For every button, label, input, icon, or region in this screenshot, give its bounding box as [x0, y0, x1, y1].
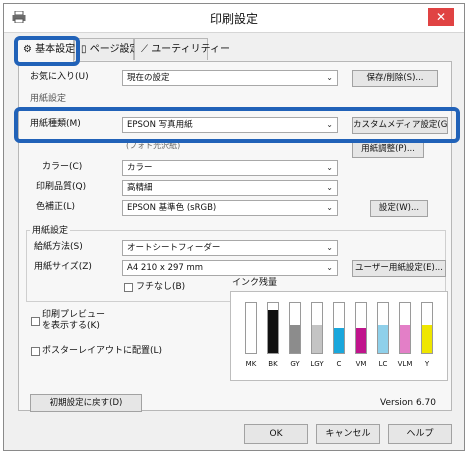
ink-tank-lc	[377, 302, 389, 354]
ink-level-fill	[422, 325, 432, 353]
chevron-down-icon: ⌄	[326, 183, 333, 192]
borderless-label: フチなし(B)	[136, 282, 186, 292]
media-type-highlight-frame	[14, 107, 460, 143]
user-paper-size-button[interactable]: ユーザー用紙設定(E)...	[352, 260, 446, 277]
chevron-down-icon: ⌄	[326, 73, 333, 82]
tab-highlight-frame	[14, 36, 80, 66]
color-mode-value: EPSON 基準色 (sRGB)	[127, 203, 217, 213]
tab-page-setup[interactable]: ▯ ページ設定	[74, 38, 140, 60]
save-delete-button[interactable]: 保存/削除(S)...	[352, 70, 438, 87]
paper-adjust-button[interactable]: 用紙調整(P)...	[352, 141, 424, 158]
ink-levels-title: インク残量	[232, 278, 278, 288]
ink-label: VLM	[397, 360, 413, 368]
color-label: カラー(C)	[42, 162, 83, 172]
ink-label: LC	[378, 360, 388, 368]
favorites-select[interactable]: 現在の設定 ⌄	[122, 70, 338, 86]
tab-utility[interactable]: ⟋ ユーティリティー	[134, 38, 230, 60]
ink-tank-c	[333, 302, 345, 354]
ink-level-fill	[268, 310, 278, 353]
version-label: Version 6.70	[380, 398, 436, 408]
poster-layout-label: ポスターレイアウトに配置(L)	[42, 346, 163, 356]
color-mode-label: 色補正(L)	[36, 202, 76, 212]
tab-utility-icon: ⟋	[141, 44, 148, 55]
ink-label: LGY	[310, 360, 324, 368]
poster-layout-checkbox[interactable]	[31, 347, 40, 356]
favorites-value: 現在の設定	[127, 73, 170, 83]
print-quality-label: 印刷品質(Q)	[36, 182, 87, 192]
ink-tank-bk	[267, 302, 279, 354]
ok-button[interactable]: OK	[244, 424, 308, 444]
ink-levels-panel: MK BK GY LGY C VM LC VLM Y	[230, 291, 448, 381]
ink-level-fill	[334, 328, 344, 353]
ink-label: GY	[290, 360, 300, 368]
preview-checkbox[interactable]	[31, 317, 40, 326]
paper-size-select[interactable]: A4 210 x 297 mm ⌄	[122, 260, 338, 276]
color-settings-button[interactable]: 設定(W)...	[370, 200, 428, 217]
ink-level-fill	[400, 325, 410, 353]
ink-level-fill	[290, 325, 300, 353]
ink-level-fill	[356, 328, 366, 353]
help-button[interactable]: ヘルプ	[388, 424, 452, 444]
favorites-label: お気に入り(U)	[30, 72, 89, 82]
ink-label: VM	[355, 360, 367, 368]
chevron-down-icon: ⌄	[326, 263, 333, 272]
ink-label: C	[336, 360, 342, 368]
tab-page-icon: ▯	[81, 44, 87, 55]
tab-page-label: ページ設定	[89, 44, 140, 55]
chevron-down-icon: ⌄	[326, 203, 333, 212]
ink-label: MK	[245, 360, 257, 368]
paper-source-label: 給紙方法(S)	[34, 242, 83, 252]
ink-level-fill	[312, 325, 322, 353]
ink-tank-y	[421, 302, 433, 354]
chevron-down-icon: ⌄	[326, 163, 333, 172]
preview-label: 印刷プレビューを表示する(K)	[42, 310, 106, 331]
ink-label: Y	[424, 360, 430, 368]
tab-utility-label: ユーティリティー	[151, 44, 230, 55]
ink-tank-lgy	[311, 302, 323, 354]
paper-source-value: オートシートフィーダー	[127, 243, 221, 253]
print-settings-dialog: 印刷設定 ✕ ⚙ 基本設定 ▯ ページ設定 ⟋ ユーティリティー お気に入り(U…	[3, 3, 465, 451]
ink-tank-vlm	[399, 302, 411, 354]
media-section-title: 用紙設定	[30, 94, 67, 104]
ink-tank-gy	[289, 302, 301, 354]
ink-label: BK	[268, 360, 278, 368]
cancel-button[interactable]: キャンセル	[316, 424, 380, 444]
ink-tank-vm	[355, 302, 367, 354]
ink-tank-mk	[245, 302, 257, 354]
print-quality-select[interactable]: 高精細 ⌄	[122, 180, 338, 196]
ink-level-fill	[378, 325, 388, 353]
restore-defaults-button[interactable]: 初期設定に戻す(D)	[30, 394, 142, 412]
chevron-down-icon: ⌄	[326, 243, 333, 252]
color-select[interactable]: カラー ⌄	[122, 160, 338, 176]
window-title: 印刷設定	[209, 12, 258, 26]
color-value: カラー	[127, 163, 153, 173]
paper-size-value: A4 210 x 297 mm	[127, 263, 204, 273]
color-mode-select[interactable]: EPSON 基準色 (sRGB) ⌄	[122, 200, 338, 216]
title-bar: 印刷設定 ✕	[4, 4, 464, 33]
paper-size-label: 用紙サイズ(Z)	[34, 262, 92, 272]
paper-source-select[interactable]: オートシートフィーダー ⌄	[122, 240, 338, 256]
paper-settings-title: 用紙設定	[30, 223, 71, 236]
borderless-checkbox[interactable]	[124, 283, 133, 292]
close-button[interactable]: ✕	[428, 8, 454, 26]
print-quality-value: 高精細	[127, 183, 153, 193]
